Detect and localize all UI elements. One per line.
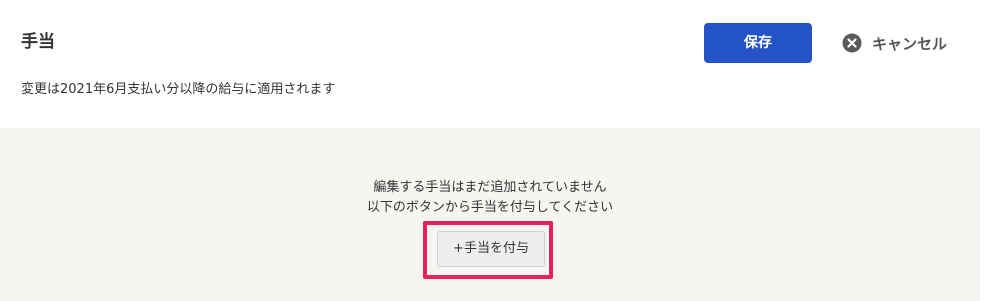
page-title: 手当: [21, 32, 55, 52]
save-button[interactable]: 保存: [704, 23, 812, 63]
effective-date-notice: 変更は2021年6月支払い分以降の給与に適用されます: [21, 82, 336, 97]
empty-state-message: 編集する手当はまだ追加されていません: [373, 180, 607, 195]
cancel-label: キャンセル: [872, 34, 948, 53]
add-allowance-button[interactable]: +手当を付与: [437, 231, 545, 267]
empty-state-panel: 編集する手当はまだ追加されていません 以下のボタンから手当を付与してください +…: [0, 128, 980, 301]
header: 手当 変更は2021年6月支払い分以降の給与に適用されます 保存 キャンセル: [0, 0, 985, 128]
empty-state-instruction: 以下のボタンから手当を付与してください: [366, 200, 614, 215]
cancel-button[interactable]: キャンセル: [842, 30, 947, 56]
close-circle-icon: [842, 33, 862, 53]
